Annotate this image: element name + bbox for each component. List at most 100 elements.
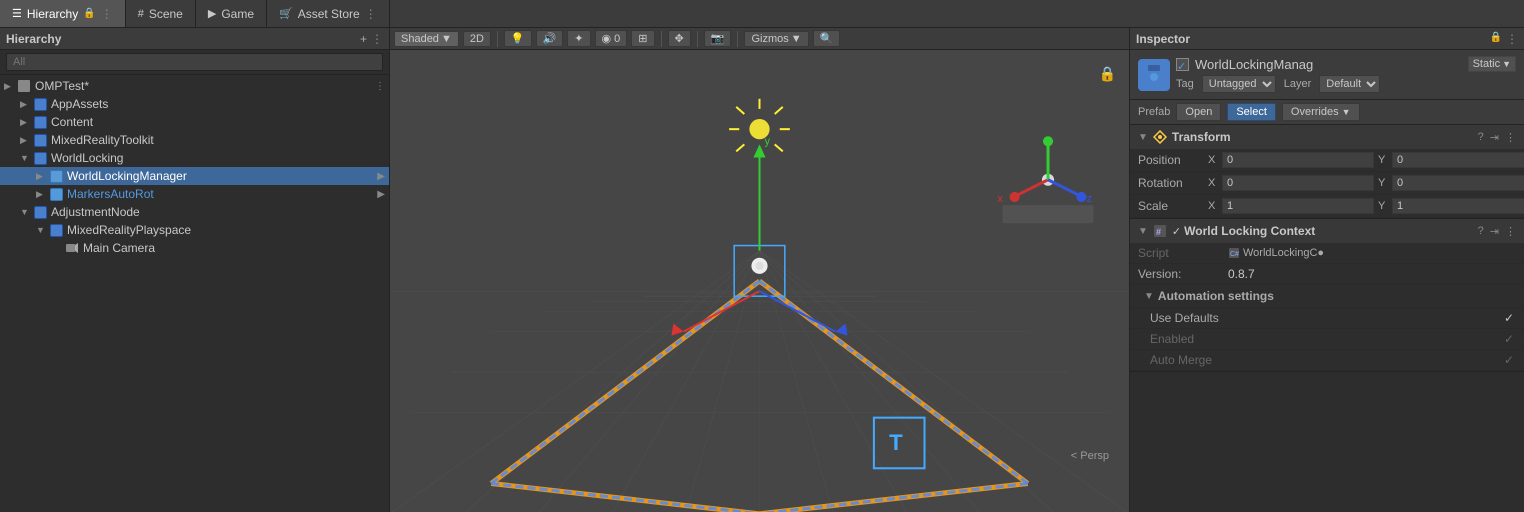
adj-icon [32,204,48,220]
shading-arrow: ▼ [441,33,452,45]
prefab-bar: Prefab Open Select Overrides ▼ [1130,100,1524,125]
overrides-button[interactable]: Overrides ▼ [1282,103,1360,121]
tab-hierarchy[interactable]: ☰ Hierarchy 🔒 ⋮ [0,0,126,27]
rotation-y-field: Y [1378,175,1524,191]
toolbar-separator-3 [697,31,698,47]
camera-btn[interactable]: 📷 [704,30,732,47]
position-fields: X Y Z [1208,152,1524,168]
transform-snap-icon[interactable]: ⇥ [1490,131,1499,144]
transform-more-icon[interactable]: ⋮ [1505,131,1516,144]
layer-dropdown[interactable]: Default [1319,75,1380,93]
static-badge[interactable]: Static ▼ [1468,56,1516,72]
transform-icon [1152,129,1168,145]
tab-hierarchy-label: Hierarchy [27,7,78,21]
svg-text:C#: C# [1230,251,1239,258]
gizmos-arrow: ▼ [791,33,802,45]
toolbar-separator-2 [661,31,662,47]
viewport-canvas[interactable]: y T T [390,50,1129,512]
arrow-adj: ▼ [20,207,32,217]
object-active-checkbox[interactable]: ✓ [1176,58,1189,71]
2d-toggle[interactable]: 2D [463,31,491,47]
fx-toggle[interactable]: ✦ [567,30,590,47]
rotation-row: Rotation X Y Z [1130,172,1524,195]
position-x-input[interactable] [1222,152,1374,168]
wlc-component: ▼ # ✓ World Locking Context ? ⇥ ⋮ [1130,219,1524,372]
hierarchy-title: Hierarchy [6,32,61,46]
mar-label: MarkersAutoRot [67,187,154,201]
automation-header[interactable]: ▼ Automation settings [1130,285,1524,308]
omphtest-more-icon[interactable]: ⋮ [375,81,385,92]
scale-y-input[interactable] [1392,198,1524,214]
grid-toggle[interactable]: ⊞ [631,30,654,47]
tab-asset-store-label: Asset Store [298,7,360,21]
arrow-content: ▶ [20,117,32,128]
tree-item-worldlocking[interactable]: ▼ WorldLocking [0,149,389,167]
light-toggle[interactable]: 💡 [504,30,532,47]
position-y-input[interactable] [1392,152,1524,168]
select-button[interactable]: Select [1227,103,1276,121]
search-btn[interactable]: 🔍 [813,30,841,47]
arrow-mrp: ▼ [36,225,48,235]
hierarchy-add-icon[interactable]: + [360,32,367,46]
static-arrow: ▼ [1502,59,1511,69]
appassets-label: AppAssets [51,97,108,111]
asset-store-menu-icon[interactable]: ⋮ [365,7,377,21]
position-y-field: Y [1378,152,1524,168]
worldlocking-label: WorldLocking [51,151,123,165]
audio-toggle[interactable]: 🔊 [536,30,564,47]
occlusion-toggle[interactable]: ◉ 0 [595,30,628,47]
use-defaults-checkbox[interactable]: ✓ [1502,311,1516,325]
script-label: Script [1138,246,1228,260]
shading-dropdown[interactable]: Shaded ▼ [394,31,459,47]
prefab-label: Prefab [1138,106,1170,118]
inspector-lock-icon[interactable]: 🔒 [1490,32,1502,46]
move-tool[interactable]: ✥ [668,30,691,47]
svg-text:🔒: 🔒 [1099,67,1117,83]
tree-item-adjustmentnode[interactable]: ▼ AdjustmentNode [0,203,389,221]
wlc-help-icon[interactable]: ? [1478,225,1484,238]
tree-item-content[interactable]: ▶ Content [0,113,389,131]
tab-scene[interactable]: # Scene [126,0,196,27]
hierarchy-menu-icon[interactable]: ⋮ [101,7,113,21]
tag-dropdown[interactable]: Untagged [1202,75,1276,93]
gizmos-btn[interactable]: Gizmos ▼ [744,31,808,47]
transform-header[interactable]: ▼ Transform ? ⇥ ⋮ [1130,125,1524,149]
wlc-script-row: Script C# WorldLockingC● [1130,243,1524,264]
tree-item-worldlockingmanager[interactable]: ▶ WorldLockingManager ▶ [0,167,389,185]
wlc-header[interactable]: ▼ # ✓ World Locking Context ? ⇥ ⋮ [1130,219,1524,243]
tree-item-mrtoolkit[interactable]: ▶ MixedRealityToolkit [0,131,389,149]
wlc-snap-icon[interactable]: ⇥ [1490,225,1499,238]
hierarchy-search-input[interactable] [6,53,383,71]
wlc-fold-icon: ▼ [1138,226,1148,237]
tab-game[interactable]: ▶ Game [196,0,267,27]
scale-x-input[interactable] [1222,198,1374,214]
content-icon [32,114,48,130]
automation-title: Automation settings [1158,289,1274,303]
enabled-checkbox[interactable]: ✓ [1502,332,1516,346]
auto-merge-checkbox[interactable]: ✓ [1502,353,1516,367]
hierarchy-more-icon[interactable]: ⋮ [371,32,383,46]
tree-item-markersautorot[interactable]: ▶ MarkersAutoRot ▶ [0,185,389,203]
lock-icon: 🔒 [83,8,95,19]
transform-help-icon[interactable]: ? [1478,131,1484,144]
tree-item-mrplayspace[interactable]: ▼ MixedRealityPlayspace [0,221,389,239]
wlc-component-icon: # [1152,223,1168,239]
wlm-more-icon[interactable]: ▶ [377,171,385,182]
inspector-title: Inspector [1136,32,1190,46]
tree-item-omphtest[interactable]: ▶ OMPTest* ⋮ [0,77,389,95]
rotation-label: Rotation [1138,176,1208,190]
open-button[interactable]: Open [1176,103,1221,121]
arrow-appassets: ▶ [20,99,32,110]
tab-asset-store[interactable]: 🛒 Asset Store ⋮ [267,0,390,27]
mar-more-icon[interactable]: ▶ [377,189,385,200]
tree-item-maincamera[interactable]: Main Camera [0,239,389,257]
enabled-row: Enabled ✓ [1130,329,1524,350]
inspector-more-icon[interactable]: ⋮ [1506,32,1518,46]
toolbar-separator-1 [497,31,498,47]
wlc-more-icon[interactable]: ⋮ [1505,225,1516,238]
hierarchy-header: Hierarchy + ⋮ [0,28,389,50]
tree-item-appassets[interactable]: ▶ AppAssets [0,95,389,113]
rotation-fields: X Y Z [1208,175,1524,191]
rotation-y-input[interactable] [1392,175,1524,191]
rotation-x-input[interactable] [1222,175,1374,191]
